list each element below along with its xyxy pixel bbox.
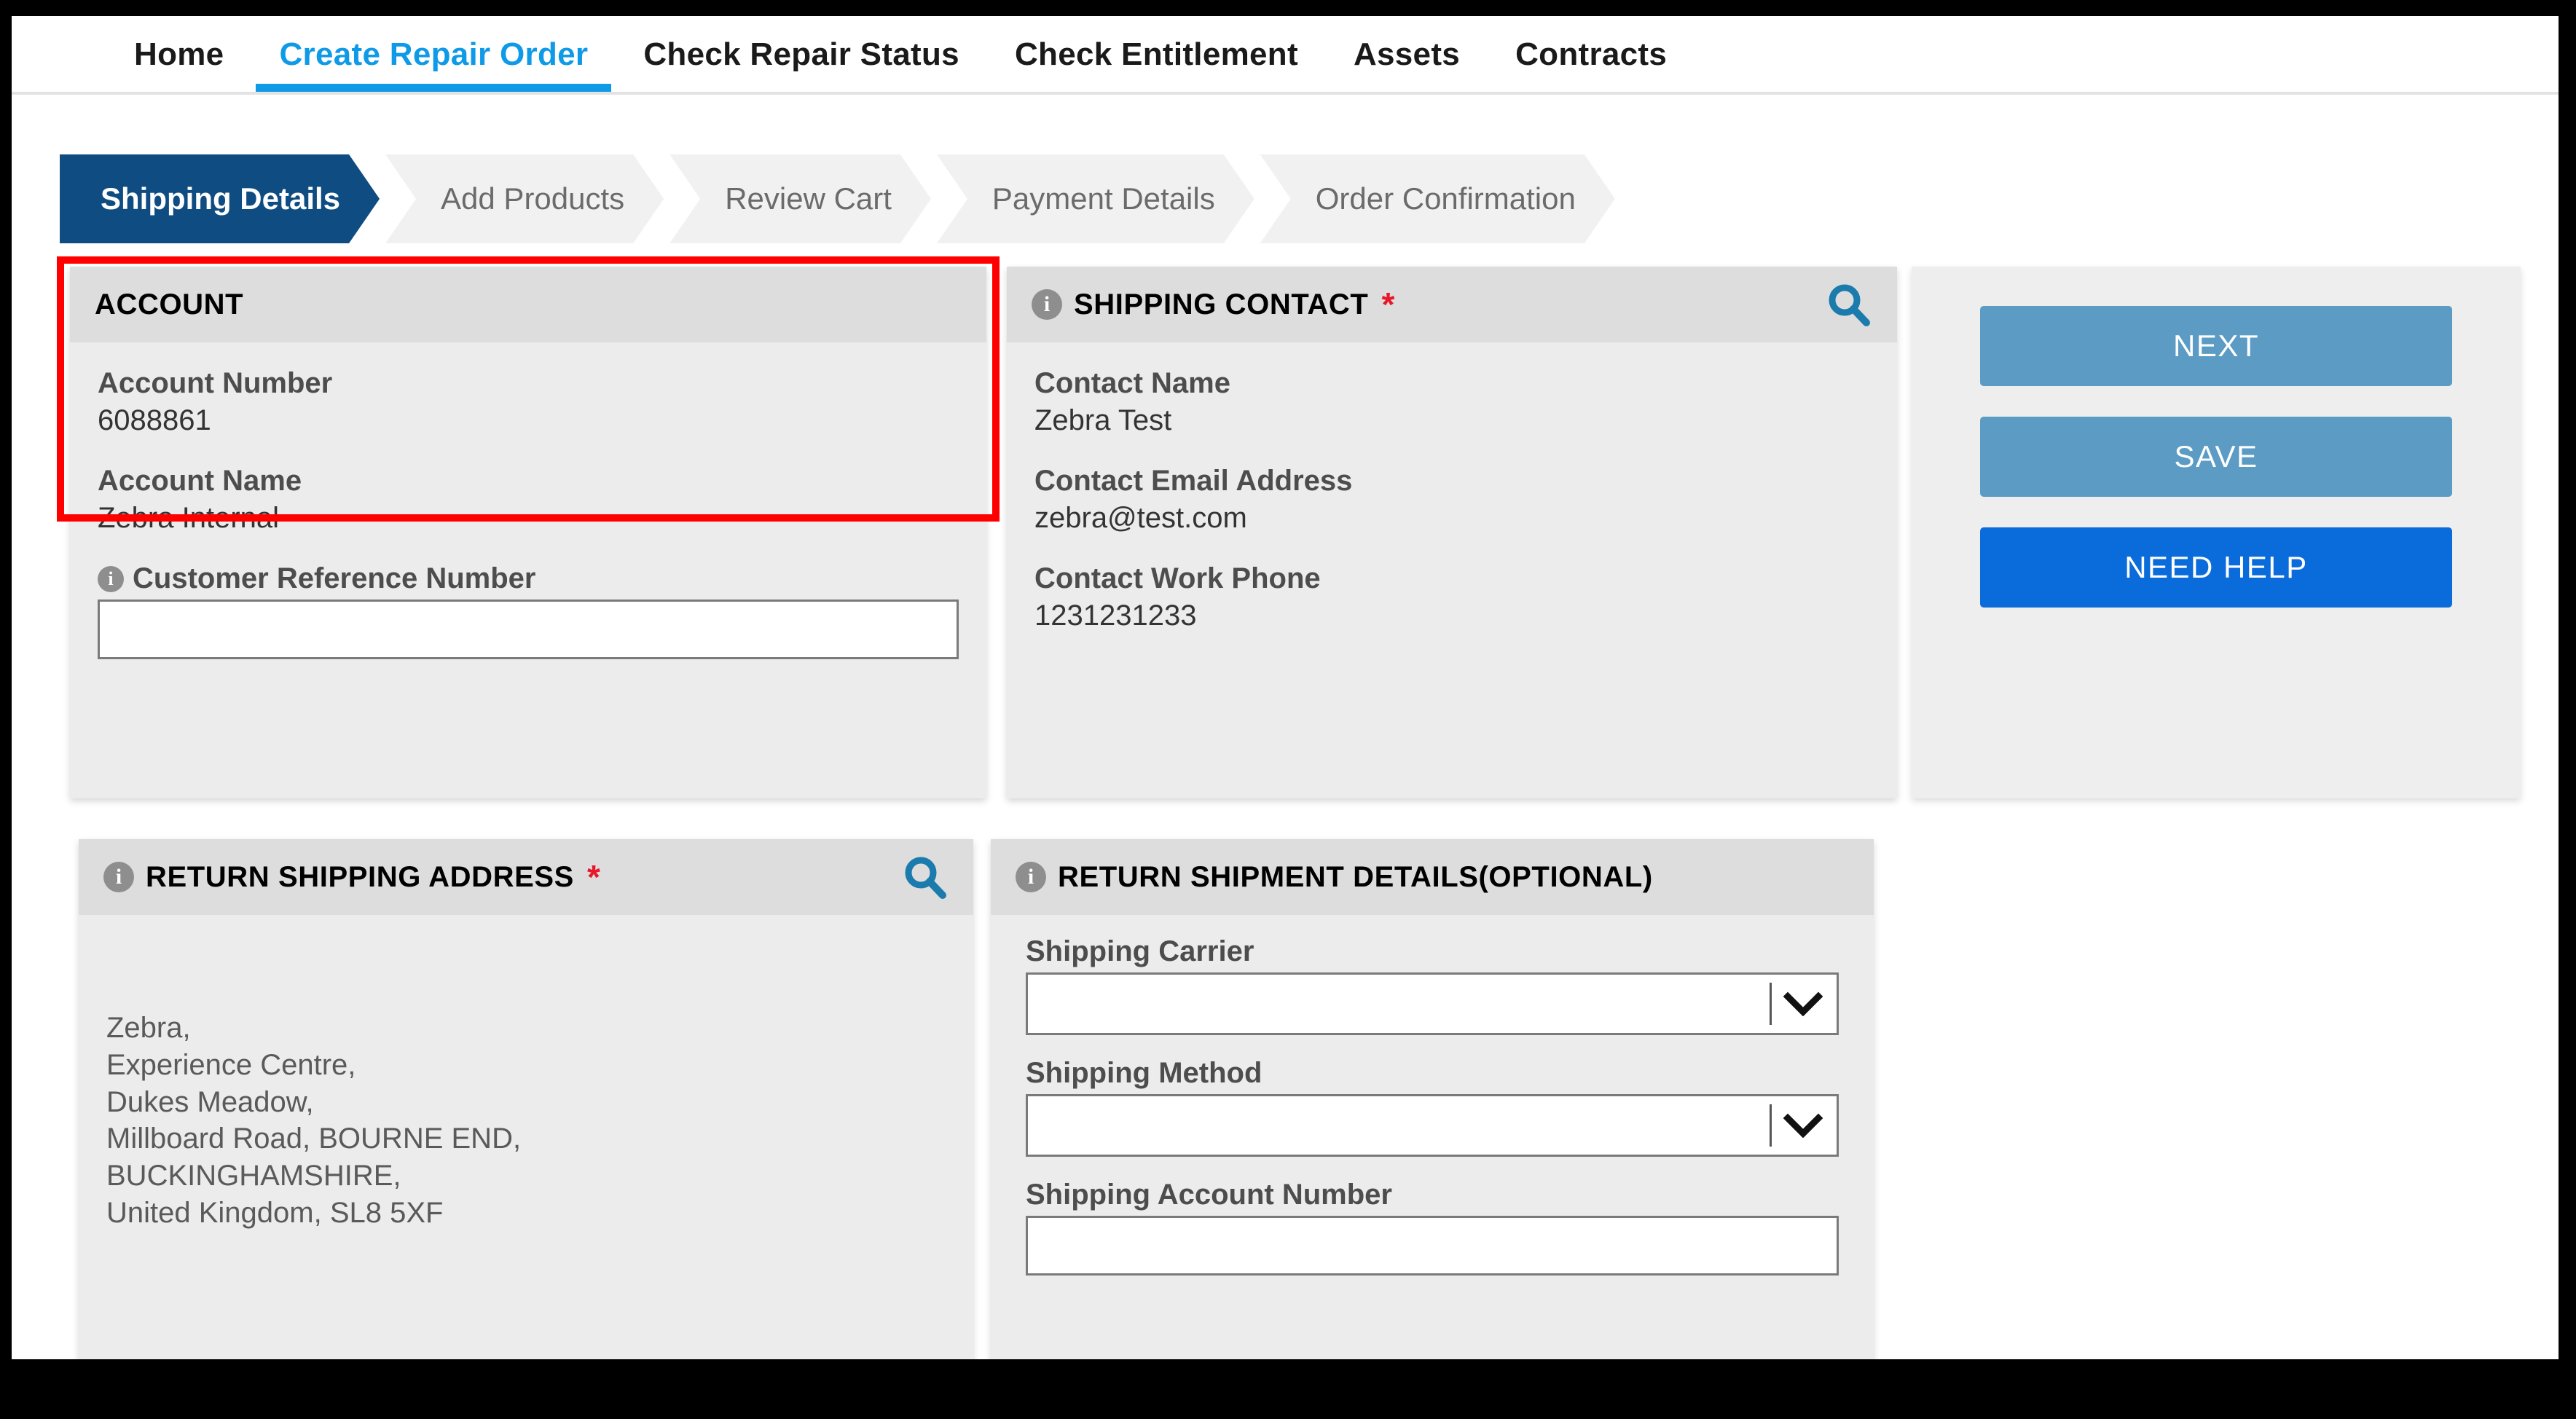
return-shipping-address-card-title: RETURN SHIPPING ADDRESS — [146, 860, 574, 893]
contact-email-label-text: Contact Email Address — [1034, 465, 1353, 497]
step-review-cart[interactable]: Review Cart — [669, 154, 931, 243]
return-shipping-address-card: i RETURN SHIPPING ADDRESS * Zebra, Exper… — [79, 839, 973, 1359]
search-icon[interactable] — [1826, 281, 1872, 328]
nav-item-home[interactable]: Home — [106, 16, 251, 92]
info-icon[interactable]: i — [1016, 862, 1046, 892]
account-number-value: 6088861 — [98, 404, 211, 436]
shipping-contact-card-body: Contact Name Zebra Test Contact Email Ad… — [1007, 342, 1897, 660]
shipping-method-label: Shipping Method — [1026, 1057, 1839, 1090]
account-name-label: Account Name — [98, 465, 959, 498]
shipping-account-number-label-text: Shipping Account Number — [1026, 1179, 1392, 1211]
return-shipping-address-card-header: i RETURN SHIPPING ADDRESS * — [79, 839, 973, 915]
shipping-method-label-text: Shipping Method — [1026, 1057, 1263, 1089]
nav-item-assets[interactable]: Assets — [1326, 16, 1488, 92]
customer-reference-number-label: i Customer Reference Number — [98, 562, 959, 595]
account-name-label-text: Account Name — [98, 465, 302, 497]
step-shipping-details[interactable]: Shipping Details — [60, 154, 380, 243]
contact-email-value: zebra@test.com — [1034, 502, 1247, 534]
account-number-label: Account Number — [98, 367, 959, 400]
nav-item-contracts[interactable]: Contracts — [1488, 16, 1695, 92]
contact-name-label: Contact Name — [1034, 367, 1869, 400]
shipping-contact-card-title: SHIPPING CONTACT — [1074, 288, 1369, 321]
customer-reference-number-label-text: Customer Reference Number — [133, 562, 536, 594]
application-page: Home Create Repair Order Check Repair St… — [12, 16, 2559, 1359]
step-payment-details[interactable]: Payment Details — [937, 154, 1254, 243]
account-card-body: Account Number 6088861 Account Name Zebr… — [70, 342, 986, 687]
required-marker: * — [1381, 286, 1395, 323]
address-line: Zebra, — [106, 1012, 191, 1044]
address-line: Dukes Meadow, — [106, 1085, 314, 1118]
contact-work-phone-label-text: Contact Work Phone — [1034, 562, 1321, 594]
nav-list: Home Create Repair Order Check Repair St… — [12, 16, 2559, 92]
account-card-title: ACCOUNT — [95, 288, 244, 321]
select-divider — [1770, 983, 1772, 1025]
save-button[interactable]: SAVE — [1980, 417, 2452, 497]
search-icon[interactable] — [902, 854, 949, 900]
contact-name-value: Zebra Test — [1034, 404, 1172, 436]
contact-email-label: Contact Email Address — [1034, 465, 1869, 498]
nav-item-create-repair-order[interactable]: Create Repair Order — [251, 16, 616, 92]
shipping-contact-card: i SHIPPING CONTACT * Contact Name Zebra … — [1007, 267, 1897, 798]
info-icon[interactable]: i — [103, 862, 134, 892]
return-shipment-details-card: i RETURN SHIPMENT DETAILS(OPTIONAL) Ship… — [991, 839, 1874, 1359]
shipping-carrier-select-value[interactable] — [1026, 972, 1839, 1035]
wizard-step-bar: Shipping Details Add Products Review Car… — [60, 154, 1621, 243]
account-card-header: ACCOUNT — [70, 267, 986, 342]
contact-work-phone-value: 1231231233 — [1034, 600, 1197, 632]
account-number-label-text: Account Number — [98, 367, 333, 399]
return-shipment-details-card-header: i RETURN SHIPMENT DETAILS(OPTIONAL) — [991, 839, 1874, 915]
step-add-products[interactable]: Add Products — [385, 154, 664, 243]
main-navigation: Home Create Repair Order Check Repair St… — [12, 16, 2559, 95]
next-button[interactable]: NEXT — [1980, 306, 2452, 386]
screenshot-matte: Home Create Repair Order Check Repair St… — [0, 0, 2576, 1419]
address-line: BUCKINGHAMSHIRE, — [106, 1160, 401, 1192]
action-panel: NEXT SAVE NEED HELP — [1912, 267, 2521, 798]
return-shipping-address-card-body: Zebra, Experience Centre, Dukes Meadow, … — [79, 915, 973, 1259]
address-line: Millboard Road, BOURNE END, — [106, 1123, 522, 1155]
account-card: ACCOUNT Account Number 6088861 Account N… — [70, 267, 986, 798]
address-line: United Kingdom, SL8 5XF — [106, 1196, 444, 1229]
shipping-contact-card-header: i SHIPPING CONTACT * — [1007, 267, 1897, 342]
shipping-method-select-value[interactable] — [1026, 1094, 1839, 1157]
return-shipment-details-card-body: Shipping Carrier Shipping Method Shippin… — [991, 915, 1874, 1303]
required-marker: * — [586, 858, 600, 896]
return-shipment-details-card-title: RETURN SHIPMENT DETAILS(OPTIONAL) — [1058, 860, 1653, 893]
nav-item-check-entitlement[interactable]: Check Entitlement — [987, 16, 1326, 92]
address-line: Experience Centre, — [106, 1048, 356, 1081]
shipping-carrier-label-text: Shipping Carrier — [1026, 935, 1254, 967]
shipping-carrier-label: Shipping Carrier — [1026, 935, 1839, 968]
contact-name-label-text: Contact Name — [1034, 367, 1230, 399]
info-icon[interactable]: i — [98, 565, 124, 592]
account-name-value: Zebra Internal — [98, 502, 280, 534]
customer-reference-number-input[interactable] — [98, 600, 959, 659]
select-divider — [1770, 1104, 1772, 1147]
shipping-account-number-label: Shipping Account Number — [1026, 1179, 1839, 1211]
shipping-carrier-select[interactable] — [1026, 972, 1839, 1035]
contact-work-phone-label: Contact Work Phone — [1034, 562, 1869, 595]
shipping-method-select[interactable] — [1026, 1094, 1839, 1157]
info-icon[interactable]: i — [1032, 289, 1062, 320]
shipping-account-number-input[interactable] — [1026, 1216, 1839, 1275]
step-order-confirmation[interactable]: Order Confirmation — [1260, 154, 1615, 243]
nav-item-check-repair-status[interactable]: Check Repair Status — [616, 16, 987, 92]
need-help-button[interactable]: NEED HELP — [1980, 527, 2452, 608]
